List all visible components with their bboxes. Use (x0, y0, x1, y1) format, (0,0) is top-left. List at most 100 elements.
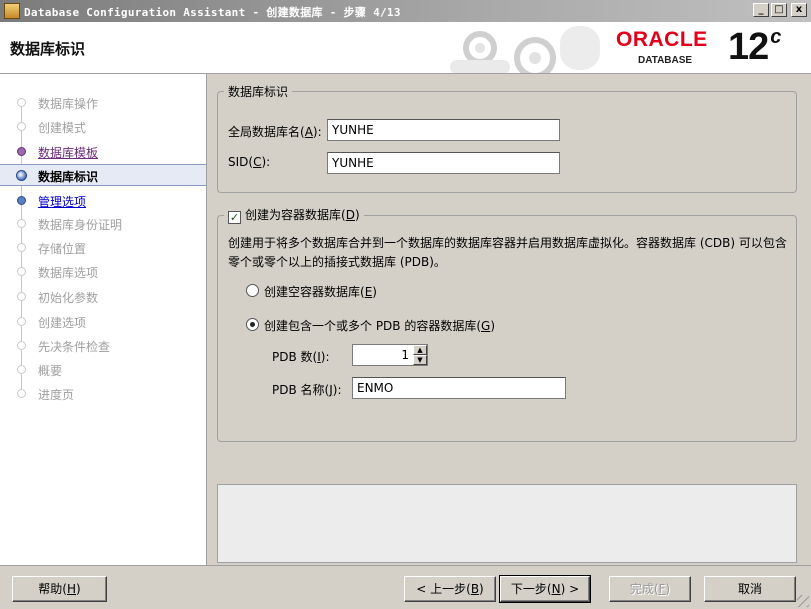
sidebar-item-summary: 概要 (0, 359, 206, 381)
sidebar-item-initialization-parameters: 初始化参数 (0, 286, 206, 308)
next-arrow: > (565, 582, 580, 596)
pdb-cdb-radio[interactable] (246, 318, 259, 331)
sid-input[interactable] (327, 152, 560, 174)
oracle-logo: ORACLE DATABASE (612, 28, 722, 68)
pdb-count-label: PDB 数(I): (272, 350, 330, 364)
app-icon (4, 3, 20, 19)
label-text: 创建空容器数据库 (264, 285, 361, 299)
sidebar-item-label: 先决条件检查 (38, 340, 111, 354)
pdb-name-label: PDB 名称(J): (272, 383, 342, 397)
empty-cdb-radio[interactable] (246, 284, 259, 297)
mnemonic: E (364, 285, 373, 299)
next-button[interactable]: 下一步(N) > (499, 575, 591, 603)
version-mark: 12 c (728, 26, 781, 69)
label-text: 完成 (629, 582, 654, 596)
container-db-checkbox[interactable]: ✓ (228, 211, 241, 224)
help-button[interactable]: 帮助(H) (12, 576, 107, 602)
group-title: 数据库标识 (228, 85, 289, 99)
global-db-name-label: 全局数据库名(A): (228, 125, 322, 139)
back-button[interactable]: < 上一步(B) (404, 576, 496, 602)
sidebar-item-creation-options: 创建选项 (0, 311, 206, 333)
label-text: 下一步 (510, 582, 547, 596)
maximize-button[interactable]: □ (771, 3, 787, 17)
message-panel (217, 484, 797, 563)
minimize-button[interactable]: _ (753, 3, 769, 17)
label-text: PDB 名称 (272, 383, 325, 397)
sidebar-item-database-template[interactable]: 数据库模板 (0, 141, 206, 163)
sidebar-item-progress-page: 进度页 (0, 383, 206, 405)
sidebar-item-database-options: 数据库选项 (0, 261, 206, 283)
label-text: < 上一步 (416, 582, 467, 596)
step-dot-icon (17, 267, 26, 276)
cancel-button[interactable]: 取消 (704, 576, 796, 602)
label-text: SID (228, 155, 249, 169)
step-dot-icon (17, 389, 26, 398)
sidebar-item-database-operation: 数据库操作 (0, 92, 206, 114)
empty-cdb-label[interactable]: 创建空容器数据库(E) (264, 283, 377, 300)
sidebar-item-label: 数据库模板 (38, 146, 99, 160)
database-wordmark: DATABASE (638, 55, 693, 66)
current-step-icon (16, 170, 27, 181)
container-checkbox-legend: ✓ 创建为容器数据库(D) (224, 206, 364, 224)
sidebar-item-database-credentials: 数据库身份证明 (0, 213, 206, 235)
mnemonic: H (66, 582, 77, 596)
sid-label: SID(C): (228, 155, 271, 169)
step-dot-icon (17, 292, 26, 301)
resize-grip-icon[interactable] (797, 595, 809, 607)
sidebar-item-label: 数据库身份证明 (38, 218, 123, 232)
sidebar-item-label: 进度页 (38, 388, 75, 402)
mnemonic: F (658, 582, 666, 596)
close-button[interactable]: x (791, 3, 807, 17)
mnemonic: B (470, 582, 480, 596)
label-text: 全局数据库名 (228, 125, 301, 139)
sidebar-item-prerequisite-checks: 先决条件检查 (0, 335, 206, 357)
step-dot-icon (17, 317, 26, 326)
spinner-down-icon[interactable]: ▼ (413, 355, 427, 365)
step-dot-icon (17, 147, 26, 156)
oracle-wordmark: ORACLE (616, 28, 708, 51)
step-dot-icon (17, 219, 26, 228)
label-text: 创建包含一个或多个 PDB 的容器数据库 (264, 319, 477, 333)
container-description: 创建用于将多个数据库合并到一个数据库的数据库容器并启用数据库虚拟化。容器数据库 … (228, 236, 787, 269)
title-bar: Database Configuration Assistant - 创建数据库… (0, 0, 811, 22)
sidebar-item-storage-locations: 存储位置 (0, 237, 206, 259)
mnemonic: N (551, 582, 561, 596)
sidebar-item-label: 创建选项 (38, 316, 87, 330)
sidebar-item-label: 创建模式 (38, 121, 87, 135)
step-dot-icon (17, 196, 26, 205)
mnemonic: J (329, 383, 333, 397)
pdb-count-spinner[interactable]: 1 ▲ ▼ (352, 344, 428, 366)
mnemonic: D (345, 208, 355, 222)
version-suffix: c (770, 26, 781, 48)
step-dot-icon (17, 243, 26, 252)
step-dot-icon (17, 98, 26, 107)
version-number: 12 (728, 26, 769, 68)
sidebar-item-label: 初始化参数 (38, 291, 99, 305)
step-navigation: 数据库操作 创建模式 数据库模板 数据库标识 管理选项 数据库身份证明 存储位置… (0, 74, 207, 565)
footer-button-bar: 帮助(H) < 上一步(B) 下一步(N) > 完成(F) 取消 (0, 565, 811, 609)
pdb-cdb-label[interactable]: 创建包含一个或多个 PDB 的容器数据库(G) (264, 317, 495, 334)
finish-button[interactable]: 完成(F) (609, 576, 691, 602)
sidebar-item-management-options[interactable]: 管理选项 (0, 190, 206, 212)
label-text: 帮助 (38, 582, 63, 596)
mnemonic: I (317, 350, 321, 364)
spinner-up-icon[interactable]: ▲ (413, 345, 427, 355)
global-db-name-input[interactable] (327, 119, 560, 141)
main-panel: 数据库标识 全局数据库名(A): SID(C): ✓ 创建为容器数据库(D) 创建… (208, 74, 811, 565)
mnemonic: A (304, 125, 313, 139)
label-text: 创建为容器数据库 (245, 208, 342, 222)
sidebar-item-database-identification[interactable]: 数据库标识 (0, 164, 206, 186)
window-title: Database Configuration Assistant - 创建数据库… (24, 6, 401, 19)
sidebar-item-label: 存储位置 (38, 242, 87, 256)
step-dot-icon (17, 341, 26, 350)
sidebar-item-label: 概要 (38, 364, 63, 378)
mnemonic: C (253, 155, 262, 169)
label-text: PDB 数 (272, 350, 313, 364)
header-banner: 数据库标识 ORACLE DATABASE 12 c (0, 22, 811, 74)
step-dot-icon (17, 122, 26, 131)
step-dot-icon (17, 365, 26, 374)
pdb-name-input[interactable] (352, 377, 566, 399)
sidebar-item-label: 管理选项 (38, 195, 87, 209)
sidebar-item-label: 数据库标识 (38, 170, 99, 184)
container-db-checkbox-label[interactable]: 创建为容器数据库(D) (245, 208, 360, 222)
